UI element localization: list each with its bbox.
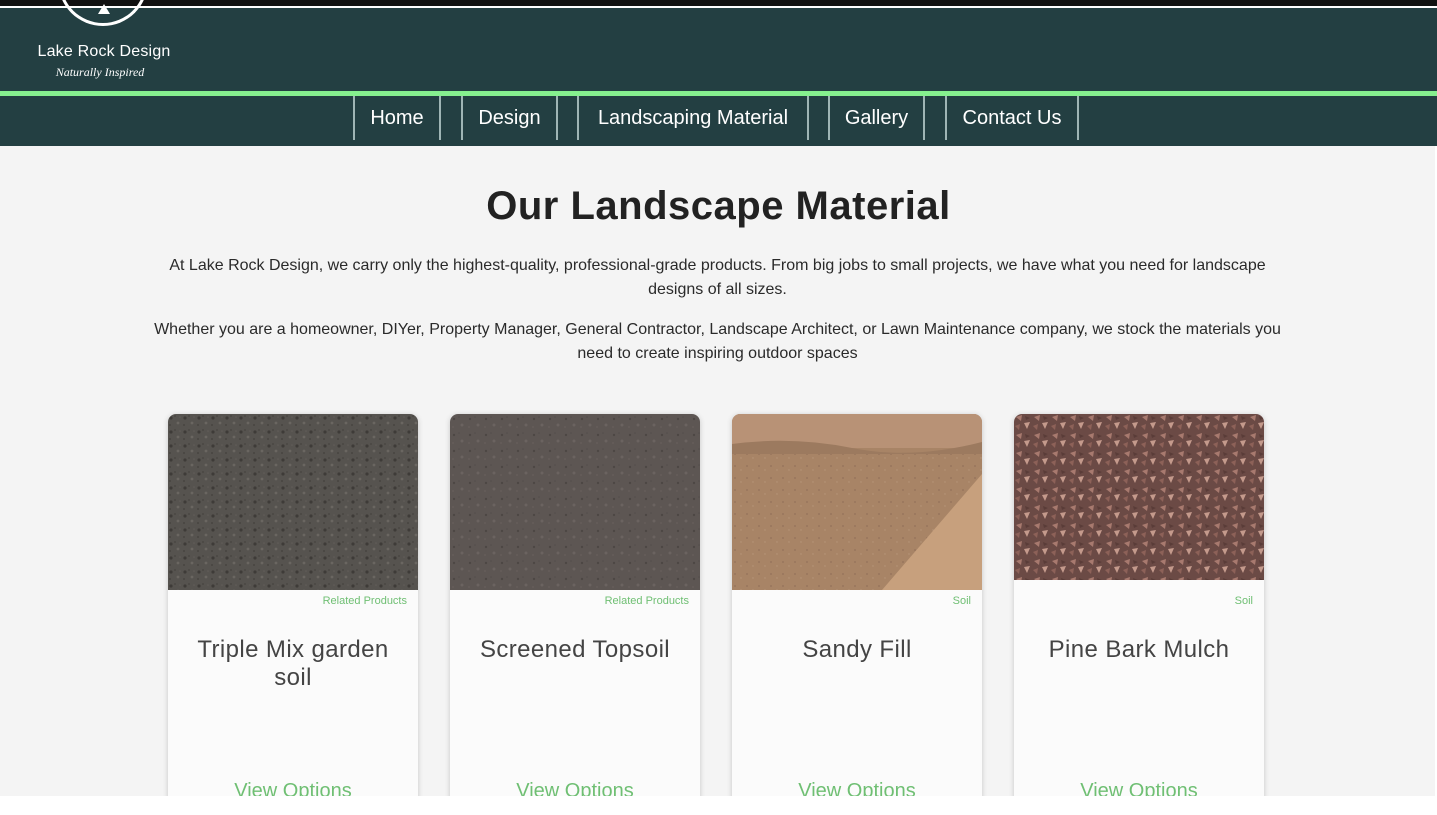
nav-item-design[interactable]: Design [461, 96, 558, 140]
logo-name: Lake Rock Design [37, 43, 171, 60]
card-category[interactable]: Soil [953, 595, 971, 607]
product-card[interactable]: Related Products Triple Mix garden soil … [168, 414, 418, 814]
dark-soil-image[interactable] [168, 414, 418, 590]
card-title[interactable]: Pine Bark Mulch [1024, 636, 1254, 664]
intro-paragraph-2: Whether you are a homeowner, DIYer, Prop… [154, 321, 1281, 362]
product-card[interactable]: Soil Sandy Fill View Options [732, 414, 982, 814]
nav-item-gallery[interactable]: Gallery [828, 96, 925, 140]
nav-item-home[interactable]: Home [353, 96, 441, 140]
card-category[interactable]: Related Products [323, 595, 407, 607]
intro-paragraph-1: At Lake Rock Design, we carry only the h… [169, 257, 1266, 298]
bark-mulch-image[interactable] [1014, 414, 1264, 580]
card-title[interactable]: Sandy Fill [742, 636, 972, 664]
product-card[interactable]: Related Products Screened Topsoil View O… [450, 414, 700, 814]
product-card[interactable]: Soil Pine Bark Mulch View Options [1014, 414, 1264, 814]
logo-tagline: Naturally Inspired [55, 65, 145, 79]
sand-pile-image[interactable] [732, 414, 982, 590]
top-border [0, 0, 1437, 8]
card-title[interactable]: Screened Topsoil [460, 636, 690, 664]
viewport-bottom [0, 796, 1437, 815]
card-title[interactable]: Triple Mix garden soil [178, 636, 408, 692]
topsoil-image[interactable] [450, 414, 700, 590]
card-category[interactable]: Related Products [605, 595, 689, 607]
card-category[interactable]: Soil [1235, 595, 1253, 607]
site-header: Lake Rock Design Naturally Inspired [0, 0, 1437, 92]
logo[interactable]: Lake Rock Design Naturally Inspired [18, 0, 190, 92]
nav-item-landscaping-material[interactable]: Landscaping Material [577, 96, 809, 140]
main-nav: Home Design Landscaping Material Gallery… [0, 96, 1437, 146]
page-title: Our Landscape Material [486, 184, 951, 228]
nav-item-contact-us[interactable]: Contact Us [945, 96, 1079, 140]
logo-emblem-icon [58, 0, 148, 26]
main-content: Our Landscape Material At Lake Rock Desi… [0, 146, 1437, 814]
